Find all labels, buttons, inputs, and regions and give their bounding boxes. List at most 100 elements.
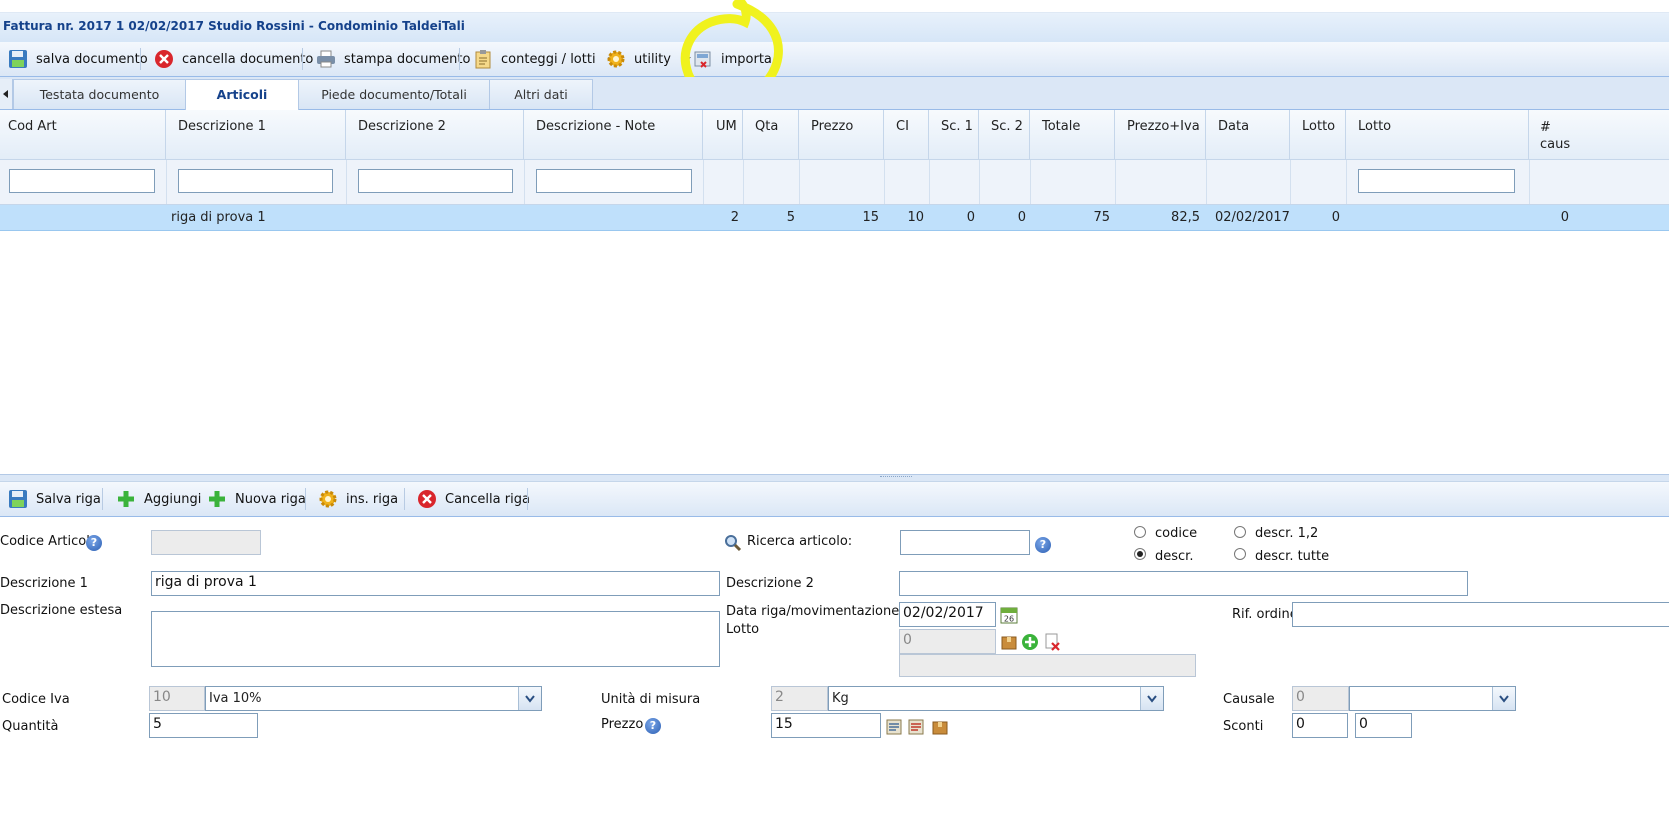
column-sc2[interactable]: Sc. 2: [979, 110, 1030, 159]
cell-caus: 0: [1560, 210, 1569, 225]
quantita-input[interactable]: 5: [149, 713, 258, 738]
unita-misura-code-field[interactable]: 2: [771, 686, 828, 711]
box-icon[interactable]: [1000, 633, 1018, 651]
causale-select[interactable]: [1349, 686, 1516, 711]
causale-code-field[interactable]: 0: [1292, 686, 1349, 711]
column-totale[interactable]: Totale: [1030, 110, 1115, 159]
rif-ordine-input[interactable]: [1292, 602, 1669, 627]
causale-label: Causale: [1223, 692, 1275, 707]
codice-iva-code-field[interactable]: 10: [149, 686, 205, 711]
radio-descr-tutte[interactable]: [1234, 548, 1246, 560]
help-icon[interactable]: ?: [1035, 537, 1051, 553]
unita-misura-select[interactable]: Kg: [828, 686, 1164, 711]
delete-document-label: cancella documento: [182, 51, 314, 67]
filter-cell: [1206, 160, 1291, 204]
radio-descr-label: descr.: [1155, 549, 1194, 564]
chevron-down-icon[interactable]: [518, 687, 541, 710]
column-sc1[interactable]: Sc. 1: [929, 110, 979, 159]
descrizione-estesa-textarea[interactable]: [151, 611, 720, 667]
column-descrizione-2[interactable]: Descrizione 2: [346, 110, 524, 159]
delete-row-label: Cancella riga: [445, 491, 530, 507]
filter-lotto-input[interactable]: [1358, 169, 1515, 193]
tab-piede-documento[interactable]: Piede documento/Totali: [298, 79, 490, 109]
filter-descrizione-1-input[interactable]: [178, 169, 333, 193]
column-prezzo-iva[interactable]: Prezzo+Iva: [1115, 110, 1206, 159]
new-row-label: Nuova riga: [235, 491, 306, 507]
lotto-description-field[interactable]: [899, 654, 1196, 677]
tab-articoli[interactable]: Articoli: [185, 79, 299, 111]
radio-descr-1-2-label: descr. 1,2: [1255, 526, 1319, 541]
chevron-down-icon[interactable]: [1492, 687, 1515, 710]
radio-codice[interactable]: [1134, 526, 1146, 538]
column-ci[interactable]: CI: [884, 110, 929, 159]
delete-row-button[interactable]: Cancella riga: [417, 482, 530, 516]
column-lotto[interactable]: Lotto: [1290, 110, 1346, 159]
filter-descrizione-2-input[interactable]: [358, 169, 513, 193]
panel-splitter[interactable]: [0, 474, 1669, 481]
tab-scroll-left-button[interactable]: [0, 79, 13, 109]
floppy-disk-icon: [8, 49, 28, 69]
cell-qta: 5: [786, 210, 795, 225]
help-icon[interactable]: ?: [86, 535, 102, 551]
insert-row-label: ins. riga: [346, 491, 399, 507]
filter-cell: [884, 160, 930, 204]
help-icon[interactable]: ?: [645, 718, 661, 734]
calendar-day: 26: [1004, 615, 1014, 624]
delete-document-icon[interactable]: [1043, 633, 1061, 651]
prezzo-input[interactable]: 15: [771, 713, 881, 738]
radio-descr[interactable]: [1134, 548, 1146, 560]
price-history-icon[interactable]: [907, 718, 925, 736]
descrizione-1-input[interactable]: riga di prova 1: [151, 571, 720, 596]
tab-bar: Testata documento Articoli Piede documen…: [0, 77, 1669, 111]
toolbar-separator: [459, 48, 460, 70]
data-riga-input[interactable]: 02/02/2017: [899, 602, 996, 627]
new-row-button[interactable]: Nuova riga: [207, 482, 306, 516]
delete-document-button[interactable]: cancella documento: [154, 42, 313, 76]
insert-row-button[interactable]: ins. riga: [318, 482, 398, 516]
column-prezzo[interactable]: Prezzo: [799, 110, 884, 159]
column-um[interactable]: UM: [703, 110, 743, 159]
arrow-left-icon: [3, 90, 8, 98]
filter-cell: [979, 160, 1031, 204]
column-descrizione-1[interactable]: Descrizione 1: [166, 110, 346, 159]
column-lotto-2[interactable]: Lotto: [1346, 110, 1529, 159]
table-row[interactable]: riga di prova 1 2 5 15 10 0 0 75 82,5 02…: [0, 205, 1669, 231]
cancel-icon: [154, 49, 174, 69]
box-icon[interactable]: [931, 718, 949, 736]
sconto-1-input[interactable]: 0: [1292, 713, 1348, 738]
cell-ci: 10: [907, 210, 924, 225]
counts-lots-button[interactable]: conteggi / lotti: [473, 42, 616, 76]
tab-altri-dati[interactable]: Altri dati: [489, 79, 593, 109]
radio-descr-1-2[interactable]: [1234, 526, 1246, 538]
save-row-button[interactable]: Salva riga: [8, 482, 101, 516]
sconto-2-input[interactable]: 0: [1355, 713, 1412, 738]
codice-articolo-label: Codice Articolo: [0, 534, 98, 549]
codice-iva-select[interactable]: Iva 10%: [205, 686, 542, 711]
filter-cod-art-input[interactable]: [9, 169, 155, 193]
chevron-down-icon[interactable]: [1140, 687, 1163, 710]
column-caus[interactable]: # caus: [1529, 110, 1577, 159]
descrizione-2-input[interactable]: [899, 571, 1468, 596]
add-button[interactable]: Aggiungi: [116, 482, 201, 516]
filter-descrizione-note-input[interactable]: [536, 169, 692, 193]
column-cod-art[interactable]: Cod Art: [0, 110, 166, 159]
column-data[interactable]: Data: [1206, 110, 1290, 159]
document-toolbar: salva documento cancella documento stamp…: [0, 42, 1669, 77]
row-toolbar: Salva riga Aggiungi Nuova riga ins. riga…: [0, 481, 1669, 517]
add-circle-icon[interactable]: [1021, 633, 1039, 651]
print-document-button[interactable]: stampa documento: [316, 42, 470, 76]
codice-articolo-field[interactable]: [151, 530, 261, 555]
calendar-icon[interactable]: 26: [1000, 606, 1018, 624]
descrizione-2-label: Descrizione 2: [726, 576, 814, 591]
column-descrizione-note[interactable]: Descrizione - Note: [524, 110, 703, 159]
column-qta[interactable]: Qta: [743, 110, 799, 159]
prezzo-label: Prezzo: [601, 717, 644, 732]
save-document-button[interactable]: salva documento: [8, 42, 148, 76]
price-list-icon[interactable]: [885, 718, 903, 736]
unita-misura-selected: Kg: [832, 691, 849, 706]
ricerca-articolo-input[interactable]: [900, 530, 1030, 555]
tab-testata-documento[interactable]: Testata documento: [13, 79, 186, 109]
lotto-code-field[interactable]: 0: [899, 629, 996, 654]
save-document-label: salva documento: [36, 51, 148, 67]
plus-icon: [116, 489, 136, 509]
